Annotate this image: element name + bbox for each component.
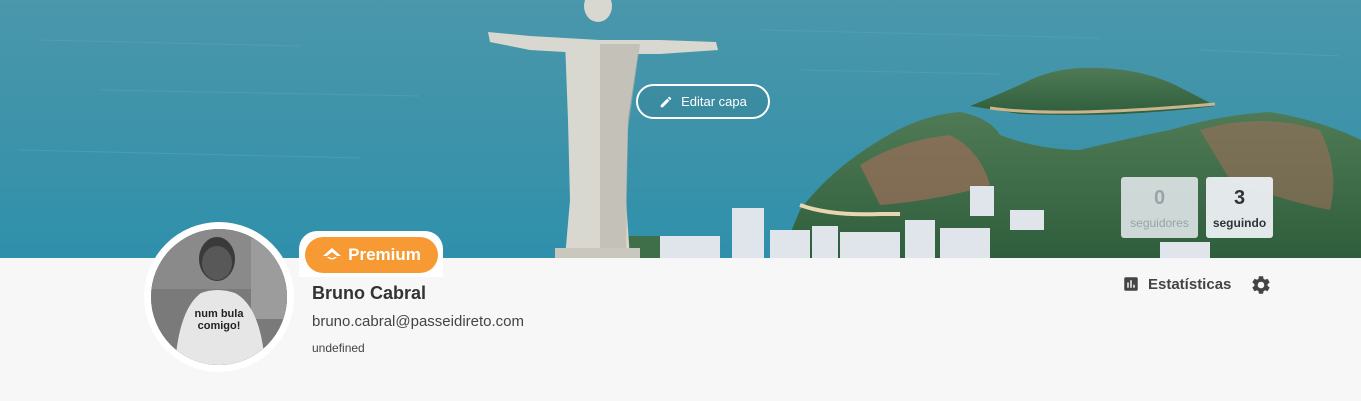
shirt-text-line-1: num bula bbox=[195, 308, 245, 320]
edit-cover-label: Editar capa bbox=[681, 94, 747, 109]
premium-logo-icon bbox=[323, 248, 342, 260]
followers-stat[interactable]: 0 seguidores bbox=[1121, 177, 1198, 238]
statistics-button[interactable]: Estatísticas bbox=[1122, 275, 1231, 293]
avatar[interactable]: num bula comigo! bbox=[151, 229, 287, 365]
premium-badge: Premium bbox=[305, 237, 438, 273]
followers-count: 0 bbox=[1153, 186, 1166, 209]
edit-cover-button[interactable]: Editar capa bbox=[636, 84, 770, 119]
gear-icon[interactable] bbox=[1250, 274, 1272, 296]
premium-label: Premium bbox=[348, 245, 421, 264]
bar-chart-icon bbox=[1124, 277, 1138, 291]
cover-image: Editar capa 0 seguidores 3 seguindo bbox=[0, 0, 1361, 258]
following-count: 3 bbox=[1233, 186, 1246, 209]
profile-name: Bruno Cabral bbox=[312, 283, 427, 303]
profile-extra-text: undefined bbox=[312, 341, 365, 355]
following-label: seguindo bbox=[1212, 215, 1267, 230]
following-stat[interactable]: 3 seguindo bbox=[1206, 177, 1273, 238]
profile-email: bruno.cabral@passeidireto.com bbox=[312, 313, 524, 330]
pencil-icon[interactable] bbox=[151, 229, 173, 251]
shirt-text-line-2: comigo! bbox=[198, 320, 241, 332]
pencil-icon bbox=[660, 96, 672, 107]
followers-label: seguidores bbox=[1130, 215, 1189, 230]
statistics-label: Estatísticas bbox=[1148, 275, 1232, 293]
